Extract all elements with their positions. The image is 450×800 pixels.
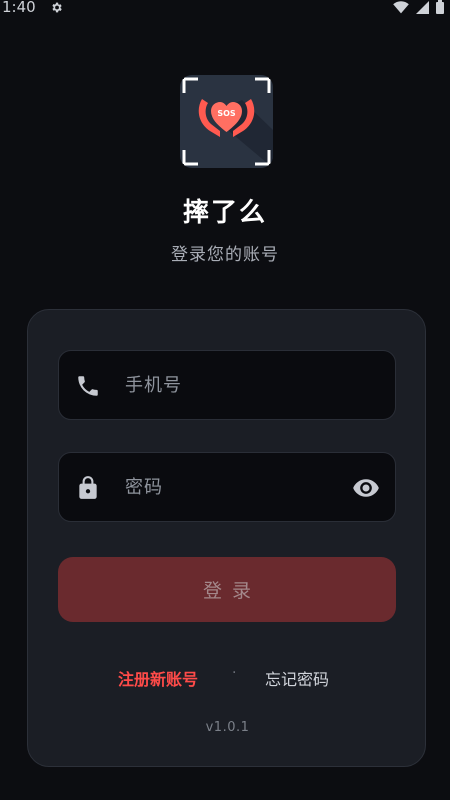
eye-icon[interactable] bbox=[351, 474, 381, 502]
phone-input[interactable] bbox=[125, 351, 335, 419]
version-label: v1.0.1 bbox=[205, 720, 250, 735]
app-name: 摔了么 bbox=[182, 198, 267, 228]
wifi-icon bbox=[393, 0, 409, 14]
register-link[interactable]: 注册新账号 bbox=[118, 666, 198, 690]
app-logo: SOS bbox=[180, 75, 273, 168]
phone-field[interactable] bbox=[58, 350, 396, 420]
phone-icon bbox=[75, 373, 101, 399]
password-input[interactable] bbox=[125, 453, 335, 521]
login-card: 登录 注册新账号 · 忘记密码 v1.0.1 bbox=[27, 309, 426, 767]
status-time: 1:40 bbox=[2, 0, 36, 16]
lock-icon bbox=[75, 475, 101, 501]
battery-icon bbox=[436, 0, 444, 14]
forgot-password-link[interactable]: 忘记密码 bbox=[265, 666, 329, 690]
subtitle: 登录您的账号 bbox=[171, 245, 279, 265]
links-row: 注册新账号 · 忘记密码 bbox=[28, 665, 427, 692]
link-separator: · bbox=[232, 665, 237, 681]
login-screen: 1:40 SOS 摔了么 登录您的账号 手机号 登录 注册新账号 · 忘记密码 … bbox=[0, 0, 450, 800]
svg-text:SOS: SOS bbox=[217, 109, 236, 118]
login-button[interactable]: 登录 bbox=[58, 557, 396, 622]
gear-icon bbox=[50, 1, 63, 14]
password-field[interactable] bbox=[58, 452, 396, 522]
signal-icon bbox=[416, 0, 429, 14]
status-bar: 1:40 bbox=[0, 0, 450, 22]
